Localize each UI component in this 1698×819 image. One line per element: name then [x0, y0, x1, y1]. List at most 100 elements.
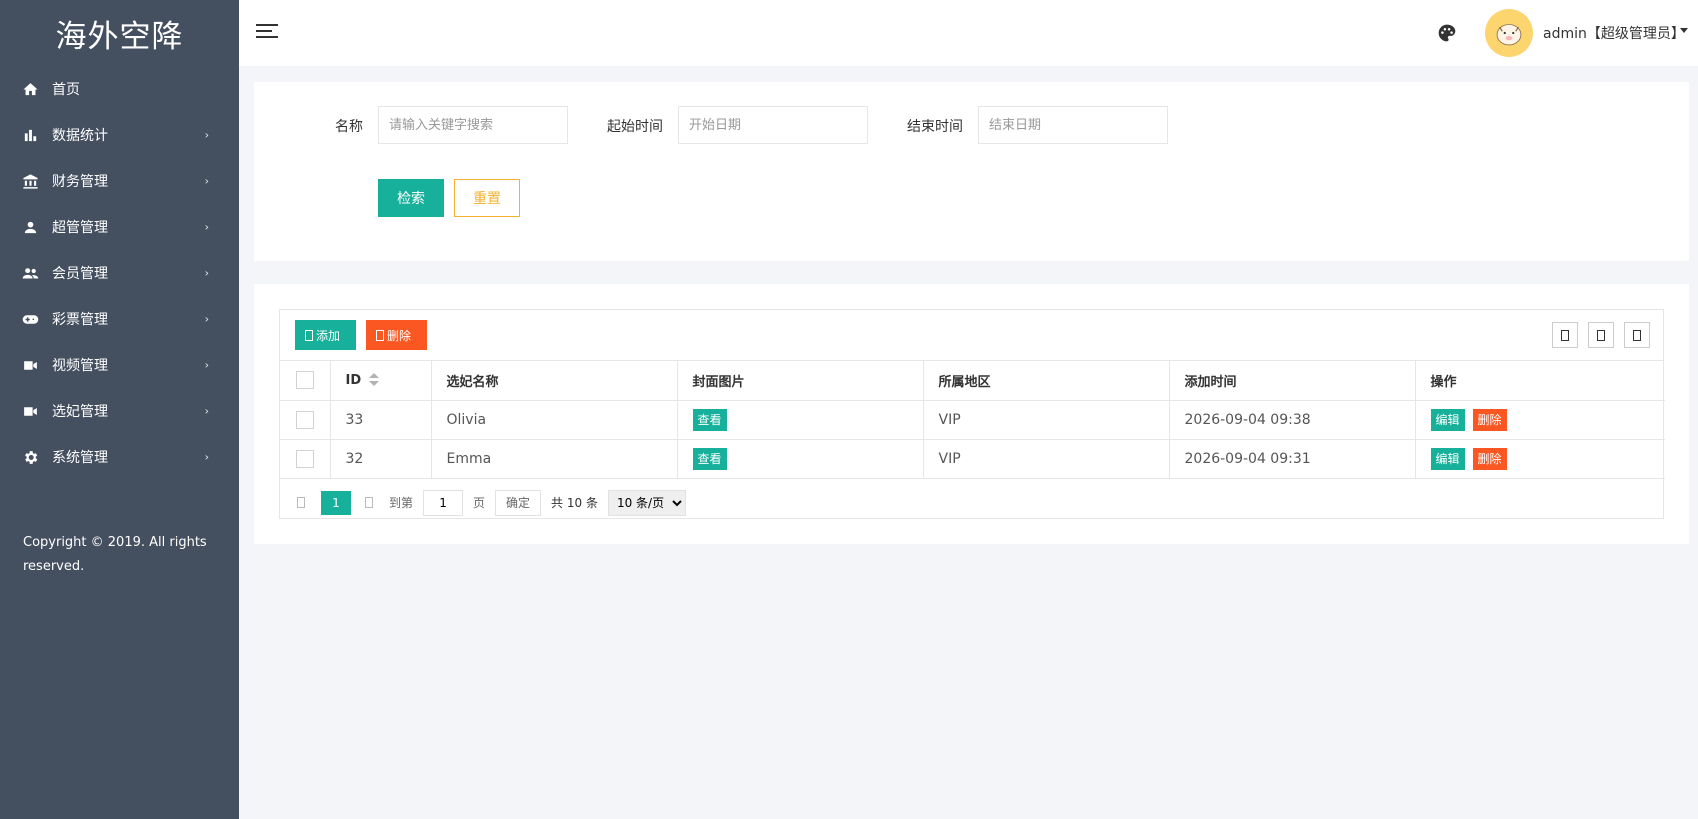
column-header-time: 添加时间	[1169, 361, 1416, 401]
copyright-text: Copyright © 2019. All rights reserved.	[23, 535, 207, 574]
caret-down-icon[interactable]	[1680, 28, 1688, 33]
row-select-cell	[280, 400, 331, 440]
sidebar-item-lottery[interactable]: 彩票管理 ›	[0, 296, 239, 342]
next-page-icon[interactable]	[365, 497, 373, 508]
row-checkbox[interactable]	[295, 410, 314, 429]
bar-chart-icon	[20, 125, 40, 145]
top-header: admin【超级管理员】	[239, 0, 1698, 66]
select-all-cell	[280, 361, 331, 401]
page-unit-label: 页	[473, 496, 486, 510]
sidebar-item-system[interactable]: 系统管理 ›	[0, 434, 239, 480]
chevron-right-icon: ›	[204, 312, 209, 326]
row-delete-button[interactable]: 删除	[1472, 408, 1507, 431]
start-time-label: 起始时间	[607, 119, 663, 135]
edit-button[interactable]: 编辑	[1430, 408, 1465, 431]
column-header-actions: 操作	[1415, 361, 1665, 401]
sidebar-item-label: 彩票管理	[52, 312, 108, 328]
sidebar-item-members[interactable]: 会员管理 ›	[0, 250, 239, 296]
page-size-select[interactable]: 10 条/页	[607, 489, 686, 516]
add-button-label: 添加	[316, 328, 341, 343]
delete-button[interactable]: 删除	[366, 320, 427, 350]
print-icon[interactable]	[1624, 322, 1650, 348]
search-button[interactable]: 检索	[378, 179, 444, 217]
row-delete-button[interactable]: 删除	[1472, 447, 1507, 470]
sort-icon[interactable]	[369, 373, 380, 387]
cell-cover: 查看	[677, 439, 924, 479]
cell-name: Emma	[431, 439, 678, 479]
chevron-right-icon: ›	[204, 220, 209, 234]
current-page-button[interactable]: 1	[321, 490, 351, 515]
sidebar-item-statistics[interactable]: 数据统计 ›	[0, 112, 239, 158]
cell-time: 2026-09-04 09:38	[1169, 400, 1416, 440]
table-row: 33 Olivia 查看 VIP 2026-09-04 09:38 编辑 删除	[280, 400, 1665, 440]
prev-page-icon[interactable]	[297, 497, 305, 508]
sidebar-item-super-admin[interactable]: 超管管理 ›	[0, 204, 239, 250]
home-icon	[20, 79, 40, 99]
add-icon	[305, 329, 313, 341]
name-label: 名称	[335, 119, 363, 135]
sidebar-item-label: 系统管理	[52, 450, 108, 466]
delete-button-label: 删除	[387, 328, 412, 343]
user-icon	[20, 217, 40, 237]
chevron-right-icon: ›	[204, 450, 209, 464]
goto-page-input[interactable]	[423, 489, 464, 516]
cell-region: VIP	[923, 400, 1170, 440]
end-date-input[interactable]	[978, 106, 1168, 144]
cell-name: Olivia	[431, 400, 678, 440]
end-time-label: 结束时间	[907, 119, 963, 135]
column-header-id[interactable]: ID	[330, 361, 432, 401]
row-checkbox[interactable]	[295, 449, 314, 468]
goto-confirm-button[interactable]: 确定	[495, 489, 542, 516]
sidebar: 海外空降 首页 数据统计 › 财务管理 › 超管管理 › 会员管理 › 彩票管理	[0, 0, 239, 819]
export-icon[interactable]	[1588, 322, 1614, 348]
sidebar-item-label: 数据统计	[52, 128, 108, 144]
user-name[interactable]: admin【超级管理员】	[1543, 23, 1685, 43]
chevron-right-icon: ›	[204, 266, 209, 280]
cell-region: VIP	[923, 439, 1170, 479]
goto-label: 到第	[389, 496, 414, 510]
sidebar-item-finance[interactable]: 财务管理 ›	[0, 158, 239, 204]
table-toolbar: 添加 删除	[280, 310, 1663, 361]
sidebar-item-home[interactable]: 首页	[0, 66, 239, 112]
select-all-checkbox[interactable]	[295, 371, 314, 390]
column-header-name: 选妃名称	[431, 361, 678, 401]
sidebar-item-label: 财务管理	[52, 174, 108, 190]
avatar[interactable]	[1485, 9, 1533, 57]
view-cover-button[interactable]: 查看	[692, 447, 727, 470]
pagination: 1 到第 页 确定 共 10 条 10 条/页	[280, 485, 1663, 520]
chevron-right-icon: ›	[204, 174, 209, 188]
palette-icon[interactable]	[1437, 23, 1457, 43]
sidebar-item-concubines[interactable]: 选妃管理 ›	[0, 388, 239, 434]
sidebar-item-label: 会员管理	[52, 266, 108, 282]
sidebar-menu: 首页 数据统计 › 财务管理 › 超管管理 › 会员管理 › 彩票管理 › 视频…	[0, 66, 239, 480]
sidebar-item-label: 超管管理	[52, 220, 108, 236]
cell-cover: 查看	[677, 400, 924, 440]
view-cover-button[interactable]: 查看	[692, 408, 727, 431]
reset-button[interactable]: 重置	[454, 179, 520, 217]
search-panel: 名称 起始时间 结束时间 检索 重置	[254, 82, 1689, 261]
cell-time: 2026-09-04 09:31	[1169, 439, 1416, 479]
users-icon	[20, 263, 40, 283]
gear-icon	[20, 447, 40, 467]
app-logo: 海外空降	[55, 18, 184, 55]
edit-button[interactable]: 编辑	[1430, 447, 1465, 470]
gamepad-icon	[20, 309, 40, 329]
start-date-input[interactable]	[678, 106, 868, 144]
row-select-cell	[280, 439, 331, 479]
chevron-right-icon: ›	[204, 128, 209, 142]
table-grid: ID 选妃名称 封面图片 所属地区 添加时间 操作 33 Olivia 查看 V…	[280, 361, 1665, 479]
table-row: 32 Emma 查看 VIP 2026-09-04 09:31 编辑 删除	[280, 439, 1665, 479]
table-header-row: ID 选妃名称 封面图片 所属地区 添加时间 操作	[280, 361, 1665, 401]
columns-filter-icon[interactable]	[1552, 322, 1578, 348]
total-count: 共 10 条	[551, 496, 598, 510]
sidebar-item-label: 选妃管理	[52, 404, 108, 420]
video-icon	[20, 355, 40, 375]
cell-id: 32	[330, 439, 432, 479]
name-search-input[interactable]	[378, 106, 568, 144]
menu-toggle-icon[interactable]	[256, 22, 278, 40]
sidebar-item-videos[interactable]: 视频管理 ›	[0, 342, 239, 388]
cell-id: 33	[330, 400, 432, 440]
add-button[interactable]: 添加	[295, 320, 356, 350]
bank-icon	[20, 171, 40, 191]
sidebar-item-label: 首页	[52, 82, 80, 98]
